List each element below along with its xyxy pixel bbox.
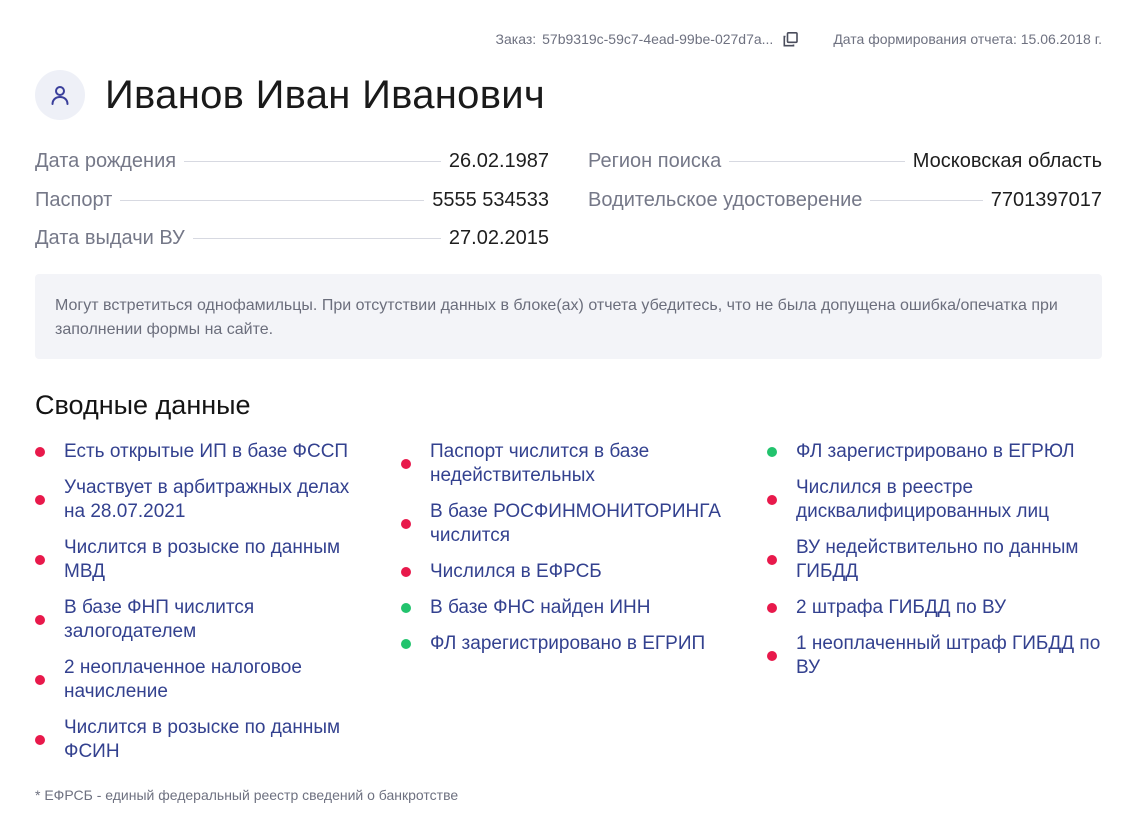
summary-item-text: Есть открытые ИП в базе ФССП (64, 441, 349, 462)
info-value: Московская область (912, 150, 1102, 172)
info-row-birth-date: Дата рождения 26.02.1987 (35, 150, 549, 189)
summary-item[interactable]: Есть открытые ИП в базе ФССП (35, 440, 401, 464)
person-full-name: Иванов Иван Иванович (105, 72, 546, 117)
status-dot-green (401, 603, 411, 613)
status-dot-red (401, 459, 411, 469)
namesake-notice: Могут встретиться однофамильцы. При отсу… (35, 274, 1102, 359)
info-row-passport: Паспорт 5555 534533 (35, 189, 549, 228)
summary-item[interactable]: 2 штрафа ГИБДД по ВУ (767, 596, 1102, 620)
status-dot-red (35, 735, 45, 745)
info-column-left: Дата рождения 26.02.1987 Паспорт 5555 53… (35, 150, 549, 266)
report-page: Заказ: 57b9319c-59c7-4ead-99be-027d7a...… (0, 0, 1143, 837)
summary-item[interactable]: Паспорт числится в базе недействительных (401, 440, 767, 488)
summary-item-text: Числится в розыске по данным МВД (64, 537, 341, 582)
status-dot-red (767, 651, 777, 661)
summary-item[interactable]: В базе РОСФИНМОНИТОРИНГА числится (401, 500, 767, 548)
status-dot-red (401, 567, 411, 577)
summary-item[interactable]: Числится в розыске по данным МВД (35, 536, 401, 584)
summary-item-text: ВУ недействительно по данным ГИБДД (796, 537, 1079, 582)
status-dot-red (35, 447, 45, 457)
summary-item-text: ФЛ зарегистрировано в ЕГРИП (430, 633, 706, 654)
summary-item[interactable]: ФЛ зарегистрировано в ЕГРИП (401, 632, 767, 656)
info-row-driver-license: Водительское удостоверение 7701397017 (588, 189, 1102, 228)
avatar (35, 70, 85, 120)
dotted-leader (192, 238, 441, 239)
summary-item[interactable]: Участвует в арбитражных делах на 28.07.2… (35, 476, 401, 524)
report-meta: Заказ: 57b9319c-59c7-4ead-99be-027d7a...… (496, 30, 1102, 48)
summary-item[interactable]: Числился в реестре дисквалифицированных … (767, 476, 1102, 524)
summary-item-text: 2 штрафа ГИБДД по ВУ (796, 597, 1007, 618)
summary-item[interactable]: Числился в ЕФРСБ (401, 560, 767, 584)
status-dot-red (767, 603, 777, 613)
info-row-license-issue-date: Дата выдачи ВУ 27.02.2015 (35, 227, 549, 266)
dotted-leader (120, 199, 425, 201)
user-icon (51, 86, 69, 105)
dotted-leader (729, 161, 905, 162)
summary-item[interactable]: В базе ФНС найден ИНН (401, 596, 767, 620)
status-dot-red (35, 495, 45, 505)
info-value: 26.02.1987 (448, 150, 549, 172)
status-dot-green (401, 639, 411, 649)
summary-item-text: Числится в розыске по данным ФСИН (64, 717, 341, 762)
summary-column-3: ФЛ зарегистрировано в ЕГРЮЛ Числился в р… (767, 440, 1102, 776)
status-dot-red (35, 615, 45, 625)
status-dot-red (767, 555, 777, 565)
info-row-search-region: Регион поиска Московская область (588, 150, 1102, 189)
copy-icon[interactable] (781, 30, 799, 48)
summary-item-text: В базе РОСФИНМОНИТОРИНГА числится (430, 501, 721, 546)
summary-item-text: В базе ФНС найден ИНН (430, 597, 651, 618)
summary-grid: Есть открытые ИП в базе ФССП Участвует в… (35, 440, 1102, 776)
person-header: Иванов Иван Иванович (35, 70, 545, 120)
status-dot-red (35, 555, 45, 565)
info-value: 5555 534533 (432, 188, 549, 211)
summary-item[interactable]: Числится в розыске по данным ФСИН (35, 716, 401, 764)
dotted-leader (870, 199, 983, 201)
report-date: Дата формирования отчета: 15.06.2018 г. (833, 31, 1102, 47)
order-id: 57b9319c-59c7-4ead-99be-027d7a... (542, 31, 774, 47)
footnote: * ЕФРСБ - единый федеральный реестр свед… (35, 787, 459, 803)
summary-item-text: 1 неоплаченный штраф ГИБДД по ВУ (796, 633, 1101, 678)
summary-item-text: Участвует в арбитражных делах на 28.07.2… (64, 477, 350, 522)
summary-item[interactable]: В базе ФНП числится залогодателем (35, 596, 401, 644)
info-label: Дата рождения (35, 150, 177, 172)
summary-item[interactable]: ВУ недействительно по данным ГИБДД (767, 536, 1102, 584)
info-label: Паспорт (35, 188, 113, 211)
summary-item-text: В базе ФНП числится залогодателем (64, 597, 255, 642)
status-dot-green (767, 447, 777, 457)
summary-item-text: ФЛ зарегистрировано в ЕГРЮЛ (796, 441, 1075, 462)
dotted-leader (184, 161, 441, 162)
info-label: Водительское удостоверение (588, 188, 863, 211)
info-value: 7701397017 (990, 188, 1102, 211)
summary-item[interactable]: ФЛ зарегистрировано в ЕГРЮЛ (767, 440, 1102, 464)
summary-column-2: Паспорт числится в базе недействительных… (401, 440, 767, 776)
summary-item-text: Числился в ЕФРСБ (430, 561, 602, 582)
summary-title: Сводные данные (35, 390, 251, 420)
summary-item[interactable]: 1 неоплаченный штраф ГИБДД по ВУ (767, 632, 1102, 680)
summary-item[interactable]: 2 неоплаченное налоговое начисление (35, 656, 401, 704)
info-label: Дата выдачи ВУ (35, 227, 185, 249)
order-label: Заказ: (495, 31, 537, 47)
status-dot-red (401, 519, 411, 529)
status-dot-red (767, 495, 777, 505)
info-label: Регион поиска (588, 150, 722, 172)
info-column-right: Регион поиска Московская область Водител… (588, 150, 1102, 266)
person-info: Дата рождения 26.02.1987 Паспорт 5555 53… (35, 150, 1102, 266)
info-value: 27.02.2015 (448, 227, 549, 249)
summary-item-text: 2 неоплаченное налоговое начисление (64, 657, 302, 702)
summary-column-1: Есть открытые ИП в базе ФССП Участвует в… (35, 440, 401, 776)
status-dot-red (35, 675, 45, 685)
summary-item-text: Паспорт числится в базе недействительных (430, 441, 650, 486)
summary-item-text: Числился в реестре дисквалифицированных … (796, 477, 1049, 522)
